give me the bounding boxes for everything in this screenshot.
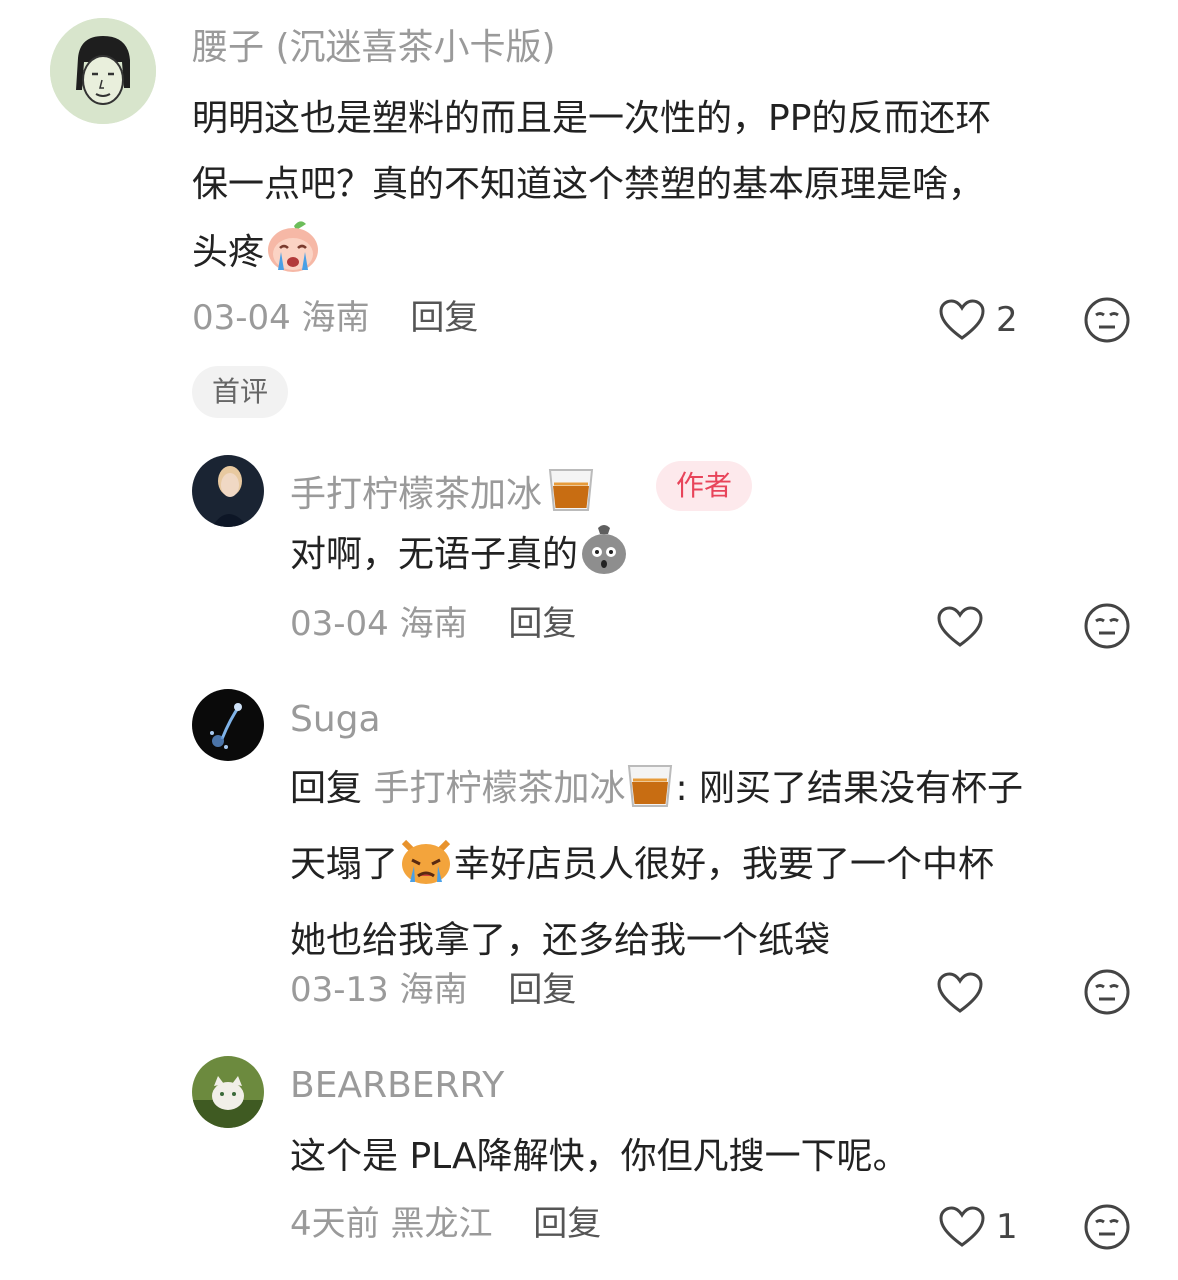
- avatar[interactable]: [192, 1056, 264, 1128]
- heart-icon: [939, 1206, 985, 1247]
- comment-text-line: 明明这也是塑料的而且是一次性的，PP的反而还环: [192, 98, 992, 139]
- reply-prefix: 回复: [290, 768, 363, 809]
- comment-date: 03-04: [290, 604, 389, 644]
- heart-icon: [939, 299, 985, 340]
- comment-meta: 03-13 海南 回复: [290, 968, 576, 1012]
- username[interactable]: 腰子 (沉迷喜茶小卡版): [192, 26, 556, 70]
- author-badge: 作者: [656, 461, 753, 511]
- reply-button[interactable]: 回复: [533, 1204, 601, 1244]
- comment-text-line: 天塌了 幸好店员人很好，我要了一个中杯: [290, 832, 1128, 908]
- dislike-button[interactable]: [1083, 1203, 1131, 1251]
- crying-peach-emoji-icon: [264, 218, 322, 296]
- comment-location: 黑龙江: [390, 1204, 493, 1244]
- reply-target-text: 手打柠檬茶加冰: [373, 768, 626, 809]
- reply-target-username[interactable]: 手打柠檬茶加冰: [373, 765, 675, 809]
- like-count: 1: [996, 1207, 1018, 1247]
- username[interactable]: BEARBERRY: [290, 1064, 504, 1108]
- like-button[interactable]: 2: [938, 295, 1018, 345]
- username[interactable]: 手打柠檬茶加冰: [290, 464, 596, 525]
- comment-meta: 03-04 海南 回复: [290, 602, 576, 646]
- like-button[interactable]: 1: [938, 1202, 1018, 1252]
- avatar[interactable]: [50, 18, 156, 124]
- comment-item: 腰子 (沉迷喜茶小卡版) 明明这也是塑料的而且是一次性的，PP的反而还环 保一点…: [0, 0, 1178, 430]
- comment-item: BEARBERRY 这个是 PLA降解快，你但凡搜一下呢。 4天前 黑龙江 回复…: [0, 1040, 1178, 1280]
- comment-text-line: 保一点吧？真的不知道这个禁塑的基本原理是啥，: [192, 164, 985, 205]
- comment-text-line: 回复 手打柠檬茶加冰 : 刚买了结果没有杯子: [290, 756, 1128, 832]
- avatar[interactable]: [192, 455, 264, 527]
- dislike-button[interactable]: [1083, 968, 1131, 1016]
- dislike-button[interactable]: [1083, 602, 1131, 650]
- comment-text: 头疼: [192, 232, 265, 273]
- avatar-portrait-icon: [192, 455, 264, 527]
- comment-location: 海南: [399, 970, 468, 1010]
- comment-date: 03-04: [192, 298, 291, 338]
- like-button[interactable]: [936, 602, 994, 652]
- comment-location: 海南: [301, 298, 370, 338]
- avatar-cat-icon: [192, 1056, 264, 1128]
- comment-text: 幸好店员人很好，我要了一个中杯: [454, 844, 995, 885]
- comment-content: 对啊，无语子真的: [290, 522, 1128, 598]
- heart-icon: [937, 972, 983, 1013]
- heart-icon: [937, 606, 983, 647]
- comment-date: 03-13: [290, 970, 389, 1010]
- like-count: 2: [996, 300, 1018, 340]
- neutral-face-icon: [1084, 297, 1130, 343]
- username[interactable]: Suga: [290, 698, 381, 742]
- comment-location: 海南: [399, 604, 468, 644]
- comment-text-line: 头疼: [192, 218, 1128, 296]
- dislike-button[interactable]: [1083, 296, 1131, 344]
- crying-cat-emoji-icon: [398, 834, 454, 908]
- avatar-splash-icon: [192, 689, 264, 761]
- comment-item: 手打柠檬茶加冰 作者 对啊，无语子真的 03-04 海南 回复: [0, 430, 1178, 670]
- comment-text-line: 她也给我拿了，还多给我一个纸袋: [290, 920, 831, 961]
- reply-button[interactable]: 回复: [410, 298, 478, 338]
- shocked-bag-emoji-icon: [578, 522, 630, 598]
- first-comment-tag: 首评: [192, 366, 288, 418]
- comment-meta: 4天前 黑龙江 回复: [290, 1202, 601, 1246]
- comment-item: Suga 回复 手打柠檬茶加冰 : 刚买了结果没有杯子 天塌了 幸好店员人很好，…: [0, 670, 1178, 1040]
- comment-content: 回复 手打柠檬茶加冰 : 刚买了结果没有杯子 天塌了 幸好店员人很好，我要了一个…: [290, 756, 1128, 974]
- comment-text: 天塌了: [290, 844, 399, 885]
- whiskey-glass-emoji-icon: [625, 760, 675, 832]
- avatar-drawing-icon: [50, 18, 156, 124]
- whiskey-glass-emoji-icon: [546, 464, 596, 525]
- reply-button[interactable]: 回复: [508, 604, 576, 644]
- comment-content: 明明这也是塑料的而且是一次性的，PP的反而还环 保一点吧？真的不知道这个禁塑的基…: [192, 86, 1128, 296]
- username-text: 手打柠檬茶加冰: [290, 474, 543, 515]
- comment-text: : 刚买了结果没有杯子: [675, 768, 1024, 809]
- comment-text: 对啊，无语子真的: [290, 534, 579, 575]
- comment-text: 这个是 PLA降解快，你但凡搜一下呢。: [290, 1136, 909, 1177]
- comment-content: 这个是 PLA降解快，你但凡搜一下呢。: [290, 1124, 1128, 1190]
- neutral-face-icon: [1084, 969, 1130, 1015]
- like-button[interactable]: [936, 968, 994, 1018]
- avatar[interactable]: [192, 689, 264, 761]
- reply-button[interactable]: 回复: [508, 970, 576, 1010]
- neutral-face-icon: [1084, 603, 1130, 649]
- comment-date: 4天前: [290, 1204, 380, 1244]
- neutral-face-icon: [1084, 1204, 1130, 1250]
- comment-meta: 03-04 海南 回复: [192, 296, 478, 340]
